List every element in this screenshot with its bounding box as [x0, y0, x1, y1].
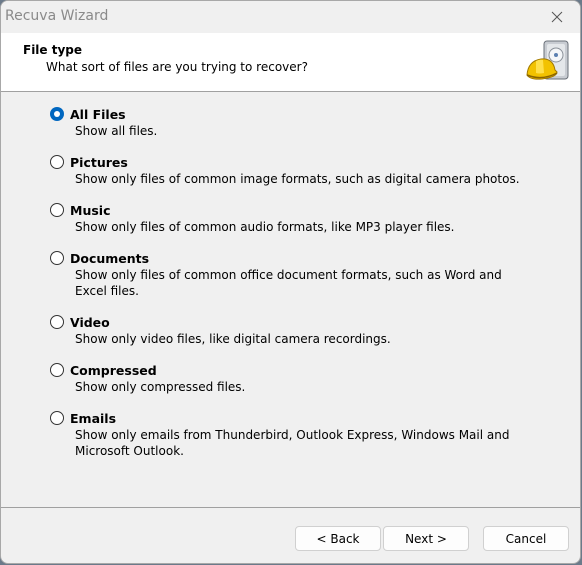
- option-label[interactable]: Compressed: [70, 363, 157, 378]
- option-compressed: Compressed Show only compressed files.: [50, 361, 560, 395]
- option-description: Show only files of common office documen…: [75, 268, 502, 298]
- radio-emails[interactable]: [50, 411, 64, 425]
- window-title: Recuva Wizard: [5, 8, 109, 24]
- radio-all-files[interactable]: [50, 107, 64, 121]
- close-icon: [551, 11, 563, 23]
- file-type-options: All Files Show all files. Pictures Show …: [50, 105, 560, 473]
- radio-pictures[interactable]: [50, 155, 64, 169]
- wizard-header: File type What sort of files are you try…: [1, 33, 580, 92]
- close-button[interactable]: [534, 1, 580, 33]
- radio-video[interactable]: [50, 315, 64, 329]
- option-label[interactable]: Pictures: [70, 155, 128, 170]
- radio-documents[interactable]: [50, 251, 64, 265]
- option-all-files: All Files Show all files.: [50, 105, 560, 139]
- option-description: Show only files of common image formats,…: [75, 172, 520, 186]
- option-video: Video Show only video files, like digita…: [50, 313, 560, 347]
- option-description: Show all files.: [75, 124, 158, 138]
- option-description: Show only compressed files.: [75, 380, 246, 394]
- recuva-wizard-window: Recuva Wizard File type What sort of fil…: [0, 0, 581, 564]
- back-button[interactable]: < Back: [295, 526, 381, 551]
- option-description: Show only video files, like digital came…: [75, 332, 391, 346]
- option-pictures: Pictures Show only files of common image…: [50, 153, 560, 187]
- cancel-button[interactable]: Cancel: [483, 526, 569, 551]
- option-label[interactable]: Music: [70, 203, 110, 218]
- option-description: Show only emails from Thunderbird, Outlo…: [75, 428, 510, 458]
- option-label[interactable]: Emails: [70, 411, 116, 426]
- option-emails: Emails Show only emails from Thunderbird…: [50, 409, 560, 459]
- option-description: Show only files of common audio formats,…: [75, 220, 455, 234]
- radio-music[interactable]: [50, 203, 64, 217]
- title-bar: Recuva Wizard: [1, 1, 580, 33]
- option-label[interactable]: All Files: [70, 107, 126, 122]
- page-subtitle: What sort of files are you trying to rec…: [46, 60, 308, 74]
- next-button[interactable]: Next >: [383, 526, 469, 551]
- footer-divider: [1, 507, 580, 508]
- radio-compressed[interactable]: [50, 363, 64, 377]
- option-documents: Documents Show only files of common offi…: [50, 249, 560, 299]
- page-title: File type: [23, 43, 83, 57]
- option-label[interactable]: Video: [70, 315, 110, 330]
- recuva-hardhat-drive-icon: [526, 40, 569, 80]
- option-label[interactable]: Documents: [70, 251, 149, 266]
- option-music: Music Show only files of common audio fo…: [50, 201, 560, 235]
